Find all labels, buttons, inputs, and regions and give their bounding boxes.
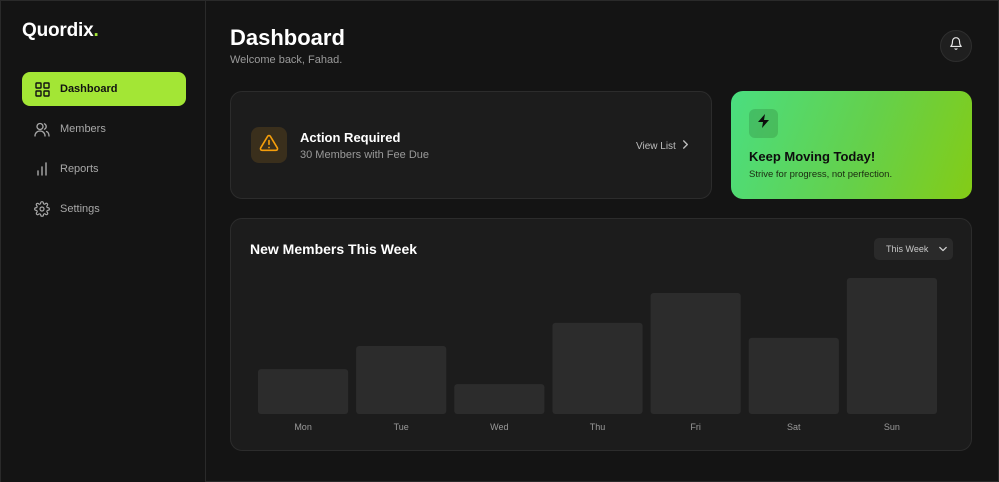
page-title: Dashboard <box>230 25 345 50</box>
bolt-badge <box>749 109 778 138</box>
action-required-card: Action Required 30 Members with Fee Due … <box>230 91 712 199</box>
tick-label-sun: Sun <box>884 422 900 432</box>
logo-dot: . <box>93 20 99 41</box>
view-list-link[interactable]: View List <box>636 140 689 152</box>
view-list-label: View List <box>636 140 676 152</box>
logo-text: Quordix <box>22 20 94 41</box>
page-subtitle: Welcome back, Fahad. <box>230 54 343 66</box>
new-members-chart-card: New Members This Week This Week Mon Tue We… <box>230 218 972 451</box>
chevron-right-icon <box>682 140 689 152</box>
bar-wed <box>454 384 545 414</box>
motivation-title: Keep Moving Today! <box>749 149 876 164</box>
grid-icon <box>34 81 50 97</box>
bar-sat <box>748 337 839 414</box>
sidebar-item-label: Dashboard <box>60 83 118 95</box>
tick-label-sat: Sat <box>787 422 801 432</box>
gear-icon <box>34 201 50 217</box>
tick-label-tue: Tue <box>394 422 409 432</box>
sidebar-item-dashboard[interactable]: Dashboard <box>22 72 186 106</box>
tick-label-thu: Thu <box>590 422 606 432</box>
sidebar-item-label: Members <box>60 123 106 135</box>
bar-mon <box>258 369 349 414</box>
bell-icon <box>949 36 963 56</box>
sidebar: Quordix. Dashboard Members Reports Setti… <box>1 1 206 482</box>
motivation-subtitle: Strive for progress, not perfection. <box>749 169 893 180</box>
sidebar-nav: Dashboard Members Reports Settings <box>22 72 186 232</box>
sidebar-item-reports[interactable]: Reports <box>22 152 186 186</box>
bar-chart-icon <box>34 161 50 177</box>
bar-tue <box>356 346 447 414</box>
notifications-button[interactable] <box>940 30 972 62</box>
app-window: Quordix. Dashboard Members Reports Setti… <box>0 0 999 482</box>
action-subtitle: 30 Members with Fee Due <box>300 149 429 161</box>
warning-icon <box>259 134 279 157</box>
warning-badge <box>251 127 287 163</box>
tick-label-wed: Wed <box>490 422 508 432</box>
sidebar-item-label: Reports <box>60 163 99 175</box>
bar-fri <box>650 292 741 414</box>
users-icon <box>34 121 50 137</box>
logo: Quordix. <box>22 20 99 42</box>
bar-sun <box>846 278 937 414</box>
sidebar-item-label: Settings <box>60 203 100 215</box>
tick-label-fri: Fri <box>690 422 701 432</box>
bolt-icon <box>757 114 770 133</box>
tick-label-mon: Mon <box>294 422 312 432</box>
sidebar-item-members[interactable]: Members <box>22 112 186 146</box>
bar-thu <box>552 322 643 414</box>
bar-chart: Mon Tue Wed Thu Fri Sat Sun <box>258 278 937 432</box>
action-title: Action Required <box>300 130 401 145</box>
motivation-card: Keep Moving Today! Strive for progress, … <box>731 91 972 199</box>
sidebar-item-settings[interactable]: Settings <box>22 192 186 226</box>
